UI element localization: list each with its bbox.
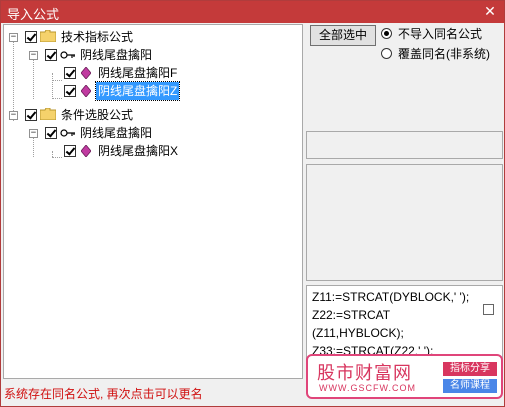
tree-node-label: 阴线尾盘擒阳X <box>98 144 179 158</box>
watermark-url: WWW.GSCFW.COM <box>319 383 416 393</box>
tree-node-folder[interactable]: − 技术指标公式 <box>4 28 204 46</box>
tree-node-label: 技术指标公式 <box>61 30 134 44</box>
code-line: Z22:=STRCAT <box>312 308 391 322</box>
import-formula-dialog: 导入公式 ✕ − 技术指标公式 − 阴线尾盘擒阳 阴线尾盘擒阳F 阴线尾盘擒阳Z… <box>0 0 505 407</box>
collapse-icon[interactable]: − <box>29 129 38 138</box>
code-text: Z11:=STRCAT(DYBLOCK,' '); Z22:=STRCAT (Z… <box>312 288 469 360</box>
preview-checkbox[interactable] <box>483 304 494 315</box>
node-checkbox[interactable] <box>64 85 76 97</box>
status-message: 系统存在同名公式, 再次点击可以更名 <box>4 387 203 401</box>
folder-icon <box>40 108 56 120</box>
formula-icon <box>81 67 91 79</box>
window-title: 导入公式 <box>7 7 60 22</box>
tree-node-label: 阴线尾盘擒阳 <box>80 126 153 140</box>
radio-button-selected[interactable] <box>381 28 392 39</box>
tree-node-label-selected: 阴线尾盘擒阳Z <box>94 81 181 101</box>
node-checkbox[interactable] <box>25 109 37 121</box>
collapse-icon[interactable]: − <box>29 51 38 60</box>
tree-node-formula[interactable]: 阴线尾盘擒阳X <box>4 142 204 160</box>
formula-description-area[interactable] <box>306 164 503 281</box>
node-checkbox[interactable] <box>25 31 37 43</box>
formula-icon <box>81 145 91 157</box>
code-line: (Z11,HYBLOCK); <box>312 326 404 340</box>
watermark-logo: 股市财富网 WWW.GSCFW.COM 指标分享 名师课程 <box>306 354 503 399</box>
tree-node-formula[interactable]: 阴线尾盘擒阳F <box>4 64 204 82</box>
formula-tree[interactable]: − 技术指标公式 − 阴线尾盘擒阳 阴线尾盘擒阳F 阴线尾盘擒阳Z − 条件选股… <box>3 24 303 379</box>
code-line: Z11:=STRCAT(DYBLOCK,' '); <box>312 290 470 304</box>
tree-node-label: 阴线尾盘擒阳F <box>98 66 178 80</box>
watermark-tag: 指标分享 <box>443 362 497 376</box>
select-all-button[interactable]: 全部选中 <box>310 25 376 46</box>
node-checkbox[interactable] <box>45 127 57 139</box>
tree-node-label: 条件选股公式 <box>61 108 134 122</box>
folder-icon <box>40 30 56 42</box>
node-checkbox[interactable] <box>45 49 57 61</box>
tree-node-label: 阴线尾盘擒阳 <box>80 48 153 62</box>
title-bar: 导入公式 ✕ <box>1 1 504 23</box>
node-checkbox[interactable] <box>64 145 76 157</box>
tree-node-folder[interactable]: − 条件选股公式 <box>4 106 204 124</box>
option-label: 覆盖同名(非系统) <box>398 47 490 61</box>
formula-name-field[interactable] <box>306 131 503 159</box>
key-icon <box>60 51 75 59</box>
collapse-icon[interactable]: − <box>9 33 18 42</box>
option-label: 不导入同名公式 <box>398 27 483 41</box>
key-icon <box>60 129 75 137</box>
close-icon[interactable]: ✕ <box>482 3 498 19</box>
node-checkbox[interactable] <box>64 67 76 79</box>
radio-button[interactable] <box>381 48 392 59</box>
tree-node-formula[interactable]: 阴线尾盘擒阳Z <box>4 81 204 101</box>
watermark-tag: 名师课程 <box>443 379 497 393</box>
option-overwrite-duplicate[interactable]: 覆盖同名(非系统) <box>381 46 503 62</box>
tree-node-group[interactable]: − 阴线尾盘擒阳 <box>4 124 204 142</box>
option-skip-duplicate[interactable]: 不导入同名公式 <box>381 26 501 42</box>
collapse-icon[interactable]: − <box>9 111 18 120</box>
formula-icon <box>81 85 91 97</box>
watermark-title: 股市财富网 <box>317 363 412 384</box>
tree-node-group[interactable]: − 阴线尾盘擒阳 <box>4 46 204 64</box>
